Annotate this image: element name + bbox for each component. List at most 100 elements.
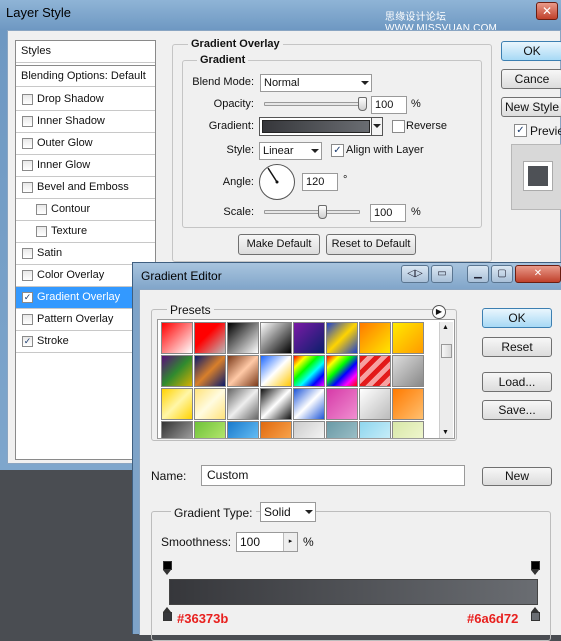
new-button[interactable]: New xyxy=(482,467,552,486)
preset-swatch[interactable] xyxy=(293,388,325,420)
angle-input[interactable]: 120 xyxy=(302,173,338,191)
smoothness-input[interactable]: 100 ▸ xyxy=(236,532,298,552)
preset-swatch[interactable] xyxy=(227,388,259,420)
opacity-slider-thumb[interactable] xyxy=(358,97,367,111)
style-item-checkbox[interactable] xyxy=(36,226,47,237)
reverse-checkbox[interactable] xyxy=(392,120,405,133)
color-stop-right[interactable] xyxy=(531,607,540,621)
blend-mode-select[interactable]: Normal xyxy=(260,74,372,92)
preset-swatch[interactable] xyxy=(260,355,292,387)
preset-swatch[interactable] xyxy=(194,322,226,354)
preset-swatch[interactable] xyxy=(326,355,358,387)
preset-swatch[interactable] xyxy=(161,388,193,420)
opacity-stop-left[interactable] xyxy=(163,561,172,575)
preset-swatch[interactable] xyxy=(359,355,391,387)
ok-button[interactable]: OK xyxy=(482,308,552,328)
preset-swatch[interactable] xyxy=(194,421,226,438)
style-item[interactable]: Bevel and Emboss xyxy=(16,177,155,199)
style-item-checkbox[interactable] xyxy=(22,182,33,193)
style-item[interactable]: Contour xyxy=(16,199,155,221)
align-with-layer-checkbox[interactable]: ✓ xyxy=(331,144,344,157)
style-select[interactable]: Linear xyxy=(259,142,322,160)
style-item-checkbox[interactable] xyxy=(36,204,47,215)
preset-swatch[interactable] xyxy=(359,322,391,354)
scale-slider-thumb[interactable] xyxy=(317,205,327,219)
preset-swatch[interactable] xyxy=(359,421,391,438)
scale-slider-track[interactable] xyxy=(264,210,360,214)
preview-checkbox[interactable]: ✓ xyxy=(514,124,527,137)
preset-swatch[interactable] xyxy=(260,322,292,354)
gradient-picker[interactable] xyxy=(259,117,383,136)
preset-swatch[interactable] xyxy=(392,355,424,387)
style-item-checkbox[interactable]: ✓ xyxy=(22,292,33,303)
scroll-up-icon[interactable]: ▲ xyxy=(442,324,449,331)
save-button[interactable]: Save... xyxy=(482,400,552,420)
preset-swatch[interactable] xyxy=(227,355,259,387)
style-item-checkbox[interactable] xyxy=(22,160,33,171)
presets-menu-icon[interactable]: ▶ xyxy=(432,305,446,319)
style-item-checkbox[interactable] xyxy=(22,138,33,149)
preset-swatch[interactable] xyxy=(326,322,358,354)
presets-scrollbar[interactable]: ▲ ▼ xyxy=(439,322,453,438)
style-item-checkbox[interactable] xyxy=(22,314,33,325)
preset-swatch[interactable] xyxy=(326,421,358,438)
gradient-preview-swatch[interactable] xyxy=(262,120,370,133)
preset-swatch[interactable] xyxy=(260,388,292,420)
style-item-checkbox[interactable]: ✓ xyxy=(22,336,33,347)
make-default-button[interactable]: Make Default xyxy=(238,234,320,255)
reset-button[interactable]: Reset xyxy=(482,337,552,357)
style-item[interactable]: Inner Shadow xyxy=(16,111,155,133)
gradient-bar[interactable] xyxy=(169,579,538,605)
style-item[interactable]: Outer Glow xyxy=(16,133,155,155)
style-item-checkbox[interactable] xyxy=(22,116,33,127)
scale-input[interactable]: 100 xyxy=(370,204,406,222)
new-style-button[interactable]: New Style xyxy=(501,97,561,117)
preset-swatch[interactable] xyxy=(161,322,193,354)
preset-swatch[interactable] xyxy=(194,355,226,387)
name-input[interactable]: Custom xyxy=(201,465,465,486)
preset-swatch[interactable] xyxy=(227,421,259,438)
preset-swatch[interactable] xyxy=(392,322,424,354)
style-item[interactable]: Drop Shadow xyxy=(16,89,155,111)
resize-icon[interactable]: ◁▷ xyxy=(401,265,429,283)
blending-options[interactable]: Blending Options: Default xyxy=(16,65,155,87)
preset-swatch[interactable] xyxy=(161,421,193,438)
scroll-down-icon[interactable]: ▼ xyxy=(442,429,449,436)
maximize-icon[interactable]: ▢ xyxy=(491,265,513,283)
opacity-input[interactable]: 100 xyxy=(371,96,407,114)
style-item[interactable]: Inner Glow xyxy=(16,155,155,177)
reset-to-default-button[interactable]: Reset to Default xyxy=(326,234,416,255)
angle-dial[interactable] xyxy=(259,164,295,200)
color-stop-left[interactable] xyxy=(163,607,172,621)
preset-swatch[interactable] xyxy=(392,421,424,438)
preset-swatch[interactable] xyxy=(392,388,424,420)
window-mode-icon[interactable]: ▭ xyxy=(431,265,453,283)
preset-swatch[interactable] xyxy=(359,388,391,420)
style-item-checkbox[interactable] xyxy=(22,94,33,105)
preset-swatch[interactable] xyxy=(326,388,358,420)
preset-swatch[interactable] xyxy=(293,355,325,387)
minimize-icon[interactable]: ▁ xyxy=(467,265,489,283)
close-icon[interactable]: ✕ xyxy=(536,2,558,20)
opacity-slider-track[interactable] xyxy=(264,102,366,106)
preset-swatch[interactable] xyxy=(194,388,226,420)
ok-button[interactable]: OK xyxy=(501,41,561,61)
close-icon[interactable]: ✕ xyxy=(515,265,561,283)
gradient-dropdown[interactable] xyxy=(371,118,382,135)
styles-header[interactable]: Styles xyxy=(16,41,155,63)
opacity-stop-right[interactable] xyxy=(531,561,540,575)
preset-swatch[interactable] xyxy=(260,421,292,438)
scroll-thumb[interactable] xyxy=(441,344,452,358)
chevron-right-icon[interactable]: ▸ xyxy=(283,533,297,551)
layer-style-titlebar[interactable]: Layer Style 思缘设计论坛 WWW.MISSVUAN.COM ✕ xyxy=(0,0,561,34)
preset-swatch[interactable] xyxy=(293,322,325,354)
load-button[interactable]: Load... xyxy=(482,372,552,392)
preset-swatch[interactable] xyxy=(161,355,193,387)
preset-swatch[interactable] xyxy=(293,421,325,438)
gradient-type-select[interactable]: Solid xyxy=(260,502,316,522)
style-item-checkbox[interactable] xyxy=(22,270,33,281)
cancel-button[interactable]: Cance xyxy=(501,69,561,89)
preset-swatch[interactable] xyxy=(227,322,259,354)
style-item[interactable]: Texture xyxy=(16,221,155,243)
style-item-checkbox[interactable] xyxy=(22,248,33,259)
